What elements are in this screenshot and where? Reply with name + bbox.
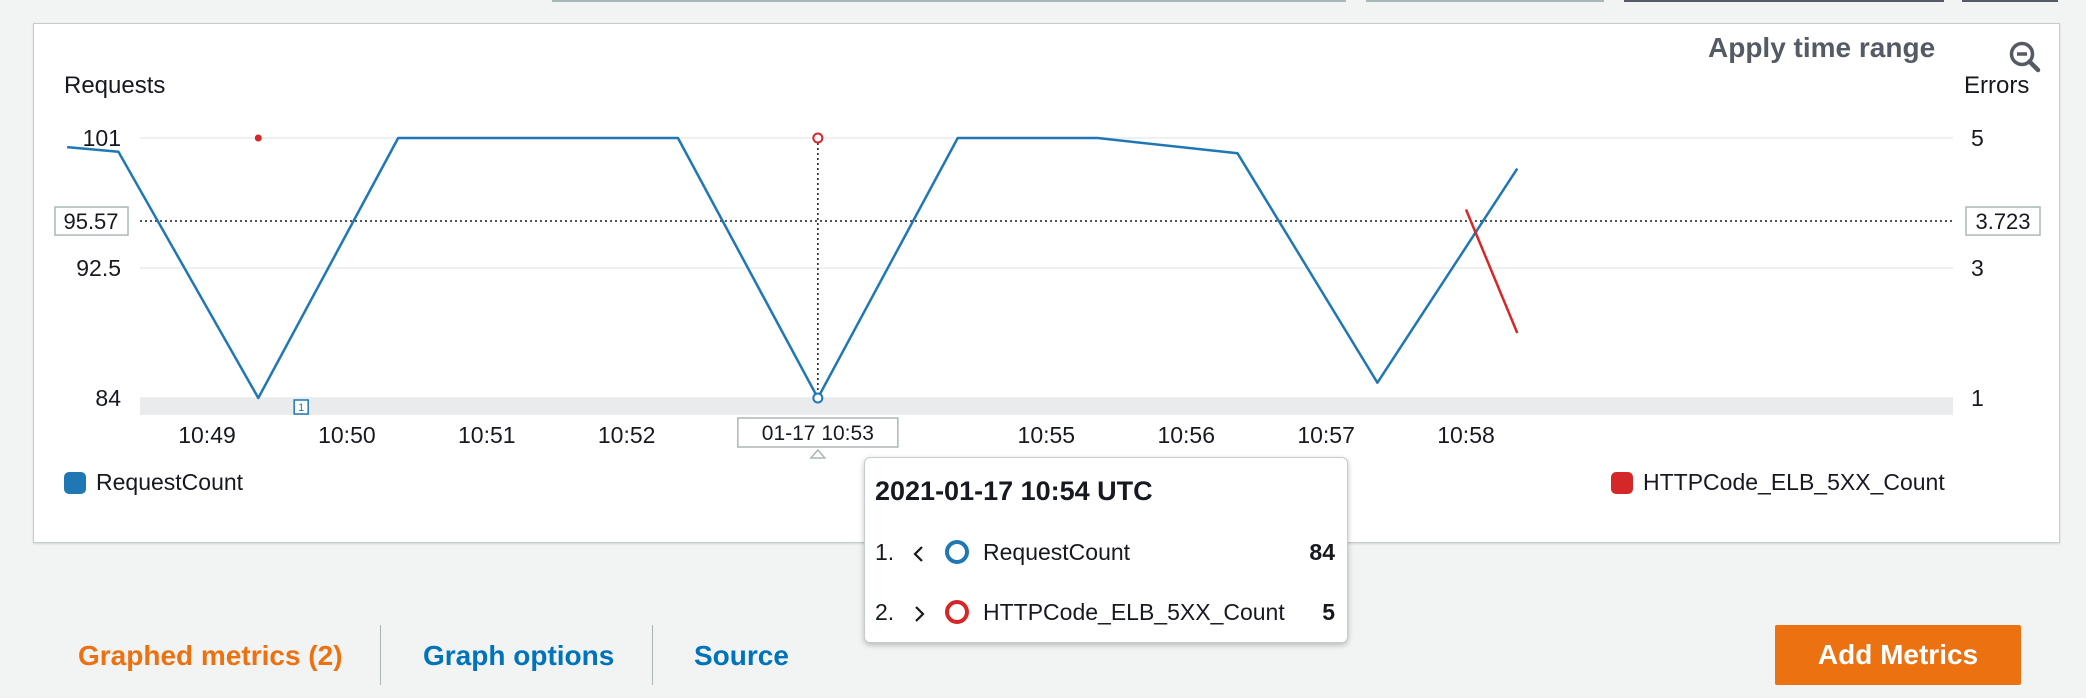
tab-graphed-metrics[interactable]: Graphed metrics (2)	[78, 640, 343, 672]
x-tick-label: 10:55	[1018, 422, 1076, 448]
legend-item-httpcode-elb-5xx[interactable]: HTTPCode_ELB_5XX_Count	[1611, 469, 1945, 496]
annotation-marker-label: 1	[298, 402, 304, 414]
series-line-httpcode-elb-5xx[interactable]	[1464, 209, 1519, 334]
add-metrics-button[interactable]: Add Metrics	[1775, 625, 2021, 685]
left-tick-label: 101	[83, 125, 121, 151]
reference-left-value: 95.57	[63, 209, 118, 234]
tooltip-row-index: 1.	[875, 539, 895, 565]
chevron-left-icon	[911, 543, 927, 570]
legend-label-requestcount: RequestCount	[96, 469, 244, 495]
left-tick-label: 92.5	[76, 255, 121, 281]
x-tick-label: 10:51	[458, 422, 516, 448]
tooltip-row-index: 2.	[875, 599, 895, 625]
series-point-httpcode-elb-5xx[interactable]	[254, 134, 262, 142]
tooltip-title: 2021-01-17 10:54 UTC	[875, 476, 1153, 506]
chevron-right-icon	[911, 603, 927, 630]
series-point-httpcode-elb-5xx-hover[interactable]	[812, 132, 824, 144]
tooltip-pointer	[809, 448, 827, 459]
tooltip-series-value: 5	[1322, 599, 1335, 625]
hover-x-label: 01-17 10:53	[762, 422, 874, 445]
left-tick-label: 84	[95, 385, 121, 411]
tooltip-series-value: 84	[1309, 539, 1335, 565]
tooltip-series-name: HTTPCode_ELB_5XX_Count	[983, 599, 1285, 625]
hover-tooltip: 2021-01-17 10:54 UTC 1. RequestCount 84 …	[864, 457, 1348, 643]
series-point-requestcount-hover[interactable]	[812, 392, 824, 404]
tooltip-series-name: RequestCount	[983, 539, 1131, 565]
series-ring-icon	[945, 600, 969, 624]
x-tick-label: 10:49	[178, 422, 236, 448]
series-ring-icon	[945, 540, 969, 564]
tab-source[interactable]: Source	[694, 640, 789, 672]
legend-label-httpcode-elb-5xx: HTTPCode_ELB_5XX_Count	[1643, 469, 1945, 495]
reference-right-value: 3.723	[1975, 209, 2030, 234]
legend-item-requestcount[interactable]: RequestCount	[64, 469, 243, 496]
x-tick-label: 10:57	[1297, 422, 1355, 448]
x-tick-label: 10:56	[1157, 422, 1215, 448]
tooltip-row-requestcount: 1. RequestCount 84	[875, 535, 1335, 569]
right-tick-label: 5	[1971, 125, 1984, 151]
x-tick-label: 10:50	[318, 422, 376, 448]
tab-divider	[380, 625, 381, 685]
right-tick-label: 3	[1971, 255, 1984, 281]
legend-swatch-httpcode-elb-5xx	[1611, 471, 1633, 494]
tab-divider	[652, 625, 653, 685]
legend-swatch-requestcount	[64, 471, 86, 494]
x-axis-band	[140, 398, 1953, 415]
tooltip-row-httpcode-elb-5xx: 2. HTTPCode_ELB_5XX_Count 5	[875, 595, 1335, 629]
tab-graph-options[interactable]: Graph options	[423, 640, 614, 672]
x-tick-label: 10:58	[1437, 422, 1495, 448]
right-tick-label: 1	[1971, 385, 1984, 411]
x-tick-label: 10:52	[598, 422, 656, 448]
